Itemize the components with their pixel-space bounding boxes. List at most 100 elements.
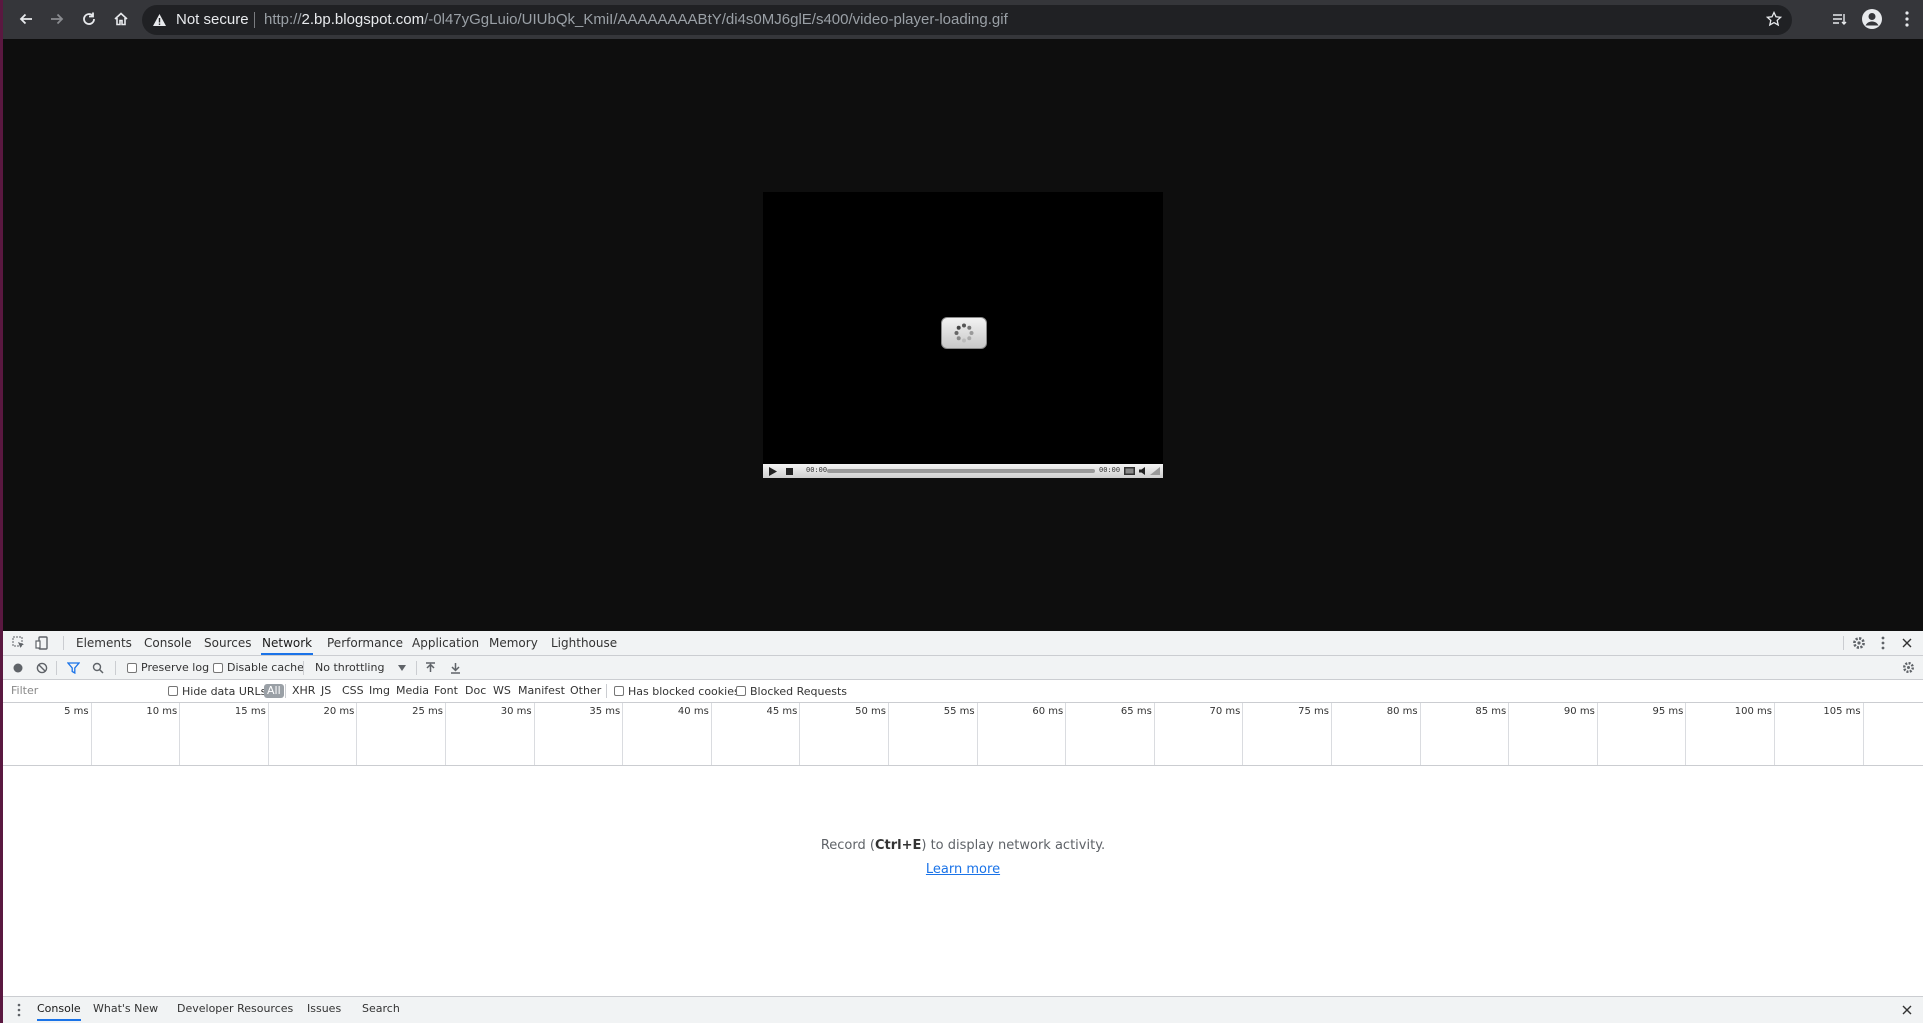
tab-network[interactable]: Network [261,631,314,655]
reload-icon[interactable] [78,8,100,30]
filter-type-other[interactable]: Other [570,680,601,702]
timeline-tick-label: 15 ms [234,706,266,717]
filter-separator [606,684,607,698]
filter-type-font[interactable]: Font [434,680,458,702]
filter-type-media[interactable]: Media [396,680,429,702]
disable-cache-checkbox[interactable]: Disable cache [213,656,304,679]
url-text[interactable]: http://2.bp.blogspot.com/-0l47yGgLuio/UI… [264,11,1008,28]
browser-toolbar: Not secure http://2.bp.blogspot.com/-0l4… [3,0,1923,39]
tab-memory[interactable]: Memory [488,631,539,655]
checkbox-box [213,662,223,673]
timeline-tick-label: 65 ms [1120,706,1152,717]
drawer-tab-search[interactable]: Search [362,997,400,1021]
filter-type-doc[interactable]: Doc [465,680,486,702]
checkbox-box [168,686,178,696]
drawer-menu-icon[interactable] [11,1002,27,1018]
timeline-column: 75 ms [1243,703,1332,765]
tab-performance[interactable]: Performance [326,631,404,655]
forward-icon[interactable] [46,8,68,30]
network-settings-gear-icon[interactable] [1902,656,1915,679]
tab-sources[interactable]: Sources [203,631,252,655]
profile-avatar-icon[interactable] [1861,8,1883,30]
export-har-icon[interactable] [450,656,461,679]
url-path: /-0l47yGgLuio/UIUbQk_KmiI/AAAAAAAABtY/di… [424,11,1008,28]
timeline-tick-label: 40 ms [677,706,709,717]
drawer-close-icon[interactable] [1899,1002,1915,1018]
timeline-column: 35 ms [535,703,624,765]
timeline-tick-label: 85 ms [1475,706,1507,717]
timeline-column: 70 ms [1155,703,1244,765]
preserve-log-label: Preserve log [141,661,210,674]
elapsed-time: 00:00 [806,466,828,474]
drawer-tab-console[interactable]: Console [37,997,81,1021]
timeline-tick-label: 80 ms [1386,706,1418,717]
toolbar-separator [115,661,116,675]
timeline-column: 95 ms [1598,703,1687,765]
checkbox-box [614,686,624,696]
timeline-tick-label: 105 ms [1823,706,1861,717]
devtools-close-icon[interactable] [1899,635,1915,651]
learn-more-link[interactable]: Learn more [3,862,1923,877]
volume-icon [1137,464,1149,478]
filter-type-all[interactable]: All [264,684,284,698]
clear-icon[interactable] [36,656,48,679]
timeline-column: 50 ms [800,703,889,765]
drawer-tab-whats-new[interactable]: What's New [93,997,158,1021]
bookmark-star-icon[interactable] [1765,10,1783,30]
devtools-tab-bar: Elements Console Sources Network Perform… [3,631,1923,656]
record-icon[interactable] [12,656,24,679]
import-har-icon[interactable] [425,656,436,679]
timeline-tick-label: 55 ms [943,706,975,717]
player-control-bar: 00:00 00:00 [763,464,1163,478]
back-icon[interactable] [15,8,37,30]
toolbar-separator [56,661,57,675]
timeline-column: 55 ms [889,703,978,765]
timeline-column: 60 ms [978,703,1067,765]
timeline-column: 45 ms [712,703,801,765]
search-icon[interactable] [92,656,104,679]
filter-type-css[interactable]: CSS [342,680,364,702]
tab-console[interactable]: Console [143,631,193,655]
drawer-tab-issues[interactable]: Issues [307,997,341,1021]
filter-type-xhr[interactable]: XHR [292,680,315,702]
network-overview-timeline[interactable]: 5 ms 10 ms 15 ms 20 ms 25 ms 30 ms 35 ms 40 ms 4… [3,703,1923,766]
timeline-tick-label: 60 ms [1032,706,1064,717]
url-prefix: http:// [264,11,302,28]
filter-type-img[interactable]: Img [369,680,390,702]
security-label[interactable]: Not secure [176,11,249,28]
device-toolbar-icon[interactable] [34,635,50,651]
tab-application[interactable]: Application [411,631,480,655]
drawer-tab-developer-resources[interactable]: Developer Resources [177,997,293,1021]
hide-data-urls-checkbox[interactable]: Hide data URLs [168,680,266,702]
tab-lighthouse[interactable]: Lighthouse [550,631,618,655]
filter-input[interactable]: Filter [7,682,161,699]
filter-icon[interactable] [67,656,80,679]
home-icon[interactable] [110,8,132,30]
throttling-select[interactable]: No throttling [315,656,407,679]
timeline-tick-label: 50 ms [855,706,886,717]
blocked-requests-checkbox[interactable]: Blocked Requests [736,680,847,702]
reading-list-icon[interactable] [1828,8,1850,30]
timeline-column: 100 ms [1686,703,1775,765]
tab-elements[interactable]: Elements [75,631,133,655]
filter-bar: Filter Hide data URLs All XHR JS CSS Img… [3,680,1923,703]
inspect-element-icon[interactable] [11,635,27,651]
timeline-column: 15 ms [180,703,269,765]
browser-menu-icon[interactable] [1896,8,1918,30]
timeline-column: 85 ms [1421,703,1510,765]
filter-type-manifest[interactable]: Manifest [518,680,565,702]
preserve-log-checkbox[interactable]: Preserve log [127,656,209,679]
throttling-value: No throttling [315,661,385,674]
fullscreen-icon [1122,464,1136,478]
devtools-more-icon[interactable] [1875,635,1891,651]
address-bar[interactable]: Not secure http://2.bp.blogspot.com/-0l4… [142,5,1792,35]
timeline-column: 65 ms [1066,703,1155,765]
filter-type-ws[interactable]: WS [493,680,511,702]
network-toolbar: Preserve log Disable cache No throttling [3,656,1923,680]
loading-spinner-icon [941,317,987,349]
has-blocked-cookies-checkbox[interactable]: Has blocked cookies [614,680,740,702]
devtools-settings-gear-icon[interactable] [1851,635,1867,651]
blocked-requests-label: Blocked Requests [750,684,848,698]
filter-type-js[interactable]: JS [321,680,331,702]
timeline-column: 40 ms [623,703,712,765]
